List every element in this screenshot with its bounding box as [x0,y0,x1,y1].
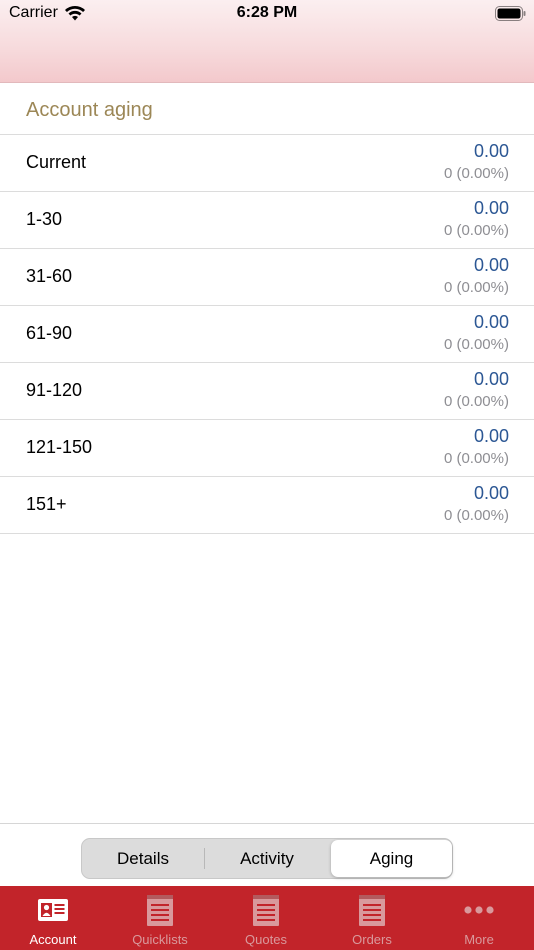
battery-icon [495,6,526,21]
segment-details[interactable]: Details [82,839,204,878]
tab-quicklists[interactable]: Quicklists [107,886,213,950]
aging-row-91-120: 91-120 0.00 0 (0.00%) [0,363,534,420]
status-time: 6:28 PM [236,4,298,21]
aging-row-31-60: 31-60 0.00 0 (0.00%) [0,249,534,306]
more-dots-icon [464,906,494,914]
row-amount: 0.00 [473,312,509,332]
tab-more[interactable]: More [426,886,532,950]
tab-label: Orders [352,932,392,947]
tab-bar: Account Quicklists Quotes Orders More [0,886,534,950]
navigation-header: Carrier 6:28 PM [0,0,534,83]
tab-account[interactable]: Account [0,886,106,950]
row-count-percent: 0 (0.00%) [443,279,509,296]
notepad-icon [359,895,385,926]
aging-row-61-90: 61-90 0.00 0 (0.00%) [0,306,534,363]
section-title: Account aging [26,99,153,121]
tab-label: Account [29,932,77,947]
aging-list: Current 0.00 0 (0.00%) 1-30 0.00 0 (0.00… [0,135,534,534]
aging-row-current: Current 0.00 0 (0.00%) [0,135,534,192]
notepad-icon [147,895,173,926]
tab-label: Quotes [245,932,287,947]
aging-row-121-150: 121-150 0.00 0 (0.00%) [0,420,534,477]
tab-label: More [464,932,494,947]
row-count-percent: 0 (0.00%) [443,222,509,239]
row-label: 91-120 [26,380,83,400]
row-label: 151+ [26,494,67,514]
row-amount: 0.00 [473,483,509,503]
aging-row-1-30: 1-30 0.00 0 (0.00%) [0,192,534,249]
tab-quotes[interactable]: Quotes [213,886,319,950]
row-count-percent: 0 (0.00%) [443,450,509,467]
row-amount: 0.00 [473,369,509,389]
row-amount: 0.00 [473,255,509,275]
row-amount: 0.00 [473,198,509,218]
segment-toolbar: Details Activity Aging [0,823,534,886]
tab-orders[interactable]: Orders [319,886,425,950]
row-amount: 0.00 [473,426,509,446]
segment-aging-selected[interactable]: Aging [331,840,452,877]
view-segmented-control: Details Activity Aging [81,838,453,879]
row-label: Current [26,152,87,172]
row-count-percent: 0 (0.00%) [443,336,509,353]
row-label: 31-60 [26,266,73,286]
row-label: 121-150 [26,437,93,457]
row-count-percent: 0 (0.00%) [443,165,509,182]
aging-row-151-plus: 151+ 0.00 0 (0.00%) [0,477,534,534]
row-amount: 0.00 [473,141,509,161]
row-label: 61-90 [26,323,73,343]
segment-activity[interactable]: Activity [205,839,329,878]
account-card-icon [38,899,68,921]
tab-label: Quicklists [132,932,188,947]
section-header: Account aging [0,83,534,135]
row-count-percent: 0 (0.00%) [443,393,509,410]
row-count-percent: 0 (0.00%) [443,507,509,524]
row-label: 1-30 [26,209,63,229]
status-bar: Carrier 6:28 PM [0,0,534,28]
notepad-icon [253,895,279,926]
